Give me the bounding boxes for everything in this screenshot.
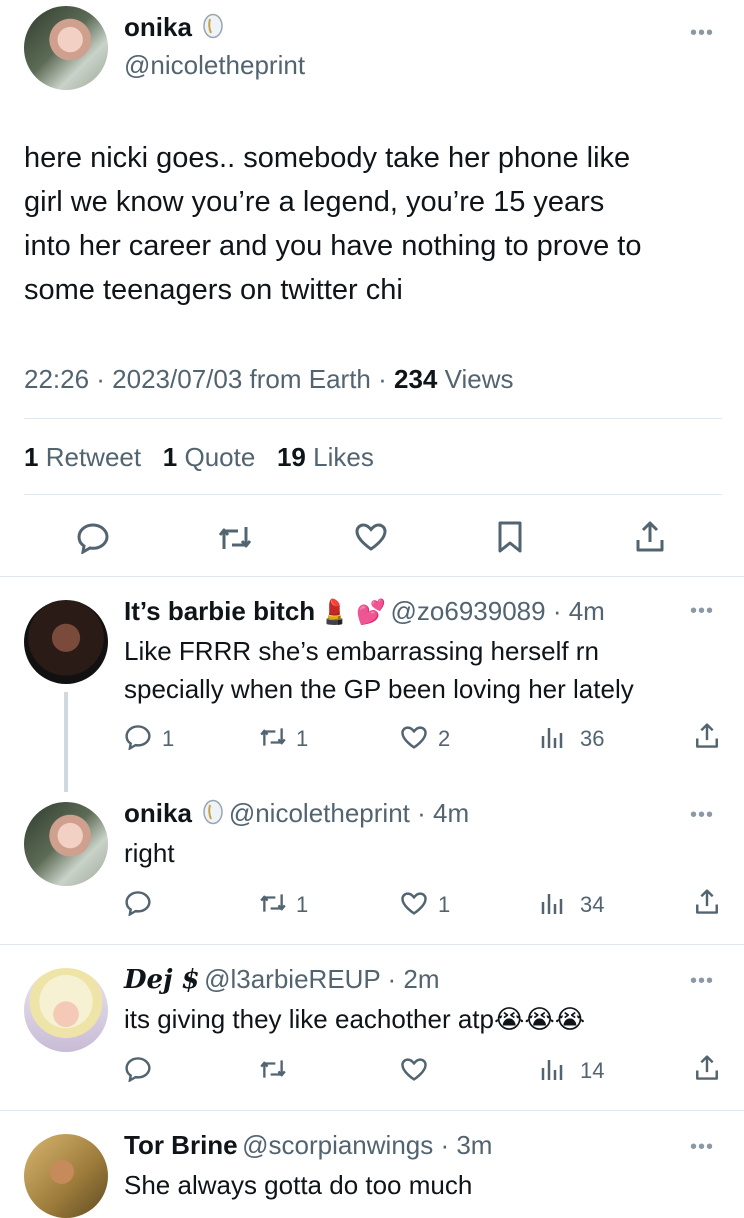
tweet-line: here nicki goes.. somebody take her phon…	[24, 142, 631, 174]
timestamp[interactable]: 22:26 · 2023/07/03 from Earth ·	[24, 364, 387, 394]
engagement-stats: 1 Retweet 1 Quote 19 Likes	[24, 442, 374, 473]
more-options-icon[interactable]: •••	[690, 804, 714, 827]
like-count: 2	[438, 726, 451, 751]
tweet-line: some teenagers on twitter chi	[24, 274, 403, 306]
view-count: 14	[580, 1058, 605, 1083]
tweet-text: here nicki goes.. somebody take her phon…	[24, 136, 734, 312]
like-icon[interactable]	[400, 891, 428, 916]
views-label: Views	[444, 364, 514, 394]
share-icon[interactable]	[694, 1054, 720, 1082]
handle-time[interactable]: @scorpianwings · 3m	[242, 1130, 492, 1160]
quote-label: Quote	[184, 442, 256, 472]
avatar[interactable]	[24, 6, 108, 90]
author-name[interactable]: onika	[124, 798, 192, 828]
verified-badge-icon	[202, 13, 224, 44]
like-count: 19	[276, 442, 306, 472]
quotes-stat[interactable]: 1 Quote	[163, 442, 256, 472]
tweet-line: into her career and you have nothing to …	[24, 230, 642, 262]
divider	[24, 494, 722, 495]
view-count: 34	[580, 892, 605, 917]
reply-text: its giving they like eachother atp😭😭😭	[124, 1000, 585, 1038]
retweet-label: Retweet	[45, 442, 142, 472]
more-options-icon[interactable]: •••	[690, 970, 714, 993]
reply-line: specially when the GP been loving her la…	[124, 674, 634, 704]
reply-header: Dej $ @l3arbieREUP · 2m	[124, 964, 440, 995]
retweet-icon[interactable]	[216, 524, 254, 552]
thread-line	[64, 692, 68, 792]
more-options-icon[interactable]: •••	[690, 22, 714, 45]
author-name[interactable]: Dej $	[124, 965, 200, 995]
like-icon[interactable]	[354, 522, 388, 552]
reply-icon[interactable]	[124, 890, 152, 916]
author-name[interactable]: It’s barbie bitch	[124, 596, 315, 626]
handle-time[interactable]: @l3arbieREUP · 2m	[204, 964, 439, 994]
reply-header: onika @nicoletheprint · 4m	[124, 798, 469, 830]
reply-icon[interactable]	[124, 1056, 152, 1082]
name-emoji: 💄 💕	[319, 599, 387, 626]
more-options-icon[interactable]: •••	[690, 600, 714, 623]
reply-count: 1	[162, 726, 175, 751]
reply-icon[interactable]	[76, 522, 110, 554]
share-icon[interactable]	[634, 520, 666, 554]
reply-actions: 14	[124, 1054, 724, 1086]
reply-line: its giving they like eachother atp😭😭😭	[124, 1004, 586, 1034]
avatar[interactable]	[24, 600, 108, 684]
retweet-icon[interactable]	[258, 1058, 288, 1080]
bookmark-icon[interactable]	[496, 520, 524, 554]
divider	[24, 418, 722, 419]
more-options-icon[interactable]: •••	[690, 1136, 714, 1159]
quote-count: 1	[162, 442, 178, 472]
retweet-icon[interactable]	[258, 892, 288, 914]
avatar[interactable]	[24, 802, 108, 886]
reply-actions: 1 1 2 36	[124, 722, 724, 754]
avatar[interactable]	[24, 968, 108, 1052]
likes-stat[interactable]: 19 Likes	[277, 442, 374, 472]
reply-text: Like FRRR she’s embarrassing herself rn …	[124, 632, 634, 708]
author-name[interactable]: onika	[124, 12, 192, 42]
views-icon[interactable]	[540, 1056, 566, 1082]
like-icon[interactable]	[400, 1057, 428, 1082]
retweet-count: 1	[296, 892, 309, 917]
reply-header: Tor Brine @scorpianwings · 3m	[124, 1130, 492, 1161]
author-line: onika	[124, 12, 224, 44]
retweet-icon[interactable]	[258, 726, 288, 748]
views-icon[interactable]	[540, 724, 566, 750]
like-icon[interactable]	[400, 725, 428, 750]
handle-time[interactable]: @nicoletheprint · 4m	[229, 798, 469, 828]
retweets-stat[interactable]: 1 Retweet	[24, 442, 141, 472]
like-count: 1	[438, 892, 451, 917]
verified-badge-icon	[202, 799, 224, 830]
reply-icon[interactable]	[124, 724, 152, 750]
divider	[0, 1110, 744, 1111]
reply-line: right	[124, 838, 175, 868]
reply-header: It’s barbie bitch 💄 💕 @zo6939089 · 4m	[124, 596, 605, 627]
reply-line: She always gotta do too much	[124, 1170, 473, 1200]
tweet-line: girl we know you’re a legend, you’re 15 …	[24, 186, 605, 218]
like-label: Likes	[313, 442, 374, 472]
reply-text: She always gotta do too much	[124, 1166, 472, 1204]
views-icon[interactable]	[540, 890, 566, 916]
share-icon[interactable]	[694, 888, 720, 916]
avatar[interactable]	[24, 1134, 108, 1218]
reply-text: right	[124, 834, 175, 872]
divider	[0, 576, 744, 577]
handle-time[interactable]: @zo6939089 · 4m	[391, 596, 605, 626]
retweet-count: 1	[24, 442, 39, 472]
view-count: 36	[580, 726, 605, 751]
reply-actions: 1 1 34	[124, 888, 724, 920]
retweet-count: 1	[296, 726, 309, 751]
views-count: 234	[394, 364, 438, 394]
share-icon[interactable]	[694, 722, 720, 750]
author-handle[interactable]: @nicoletheprint	[124, 50, 305, 81]
divider	[0, 944, 744, 945]
reply-line: Like FRRR she’s embarrassing herself rn	[124, 636, 599, 666]
tweet-meta: 22:26 · 2023/07/03 from Earth · 234 View…	[24, 364, 514, 395]
author-name[interactable]: Tor Brine	[124, 1130, 238, 1160]
